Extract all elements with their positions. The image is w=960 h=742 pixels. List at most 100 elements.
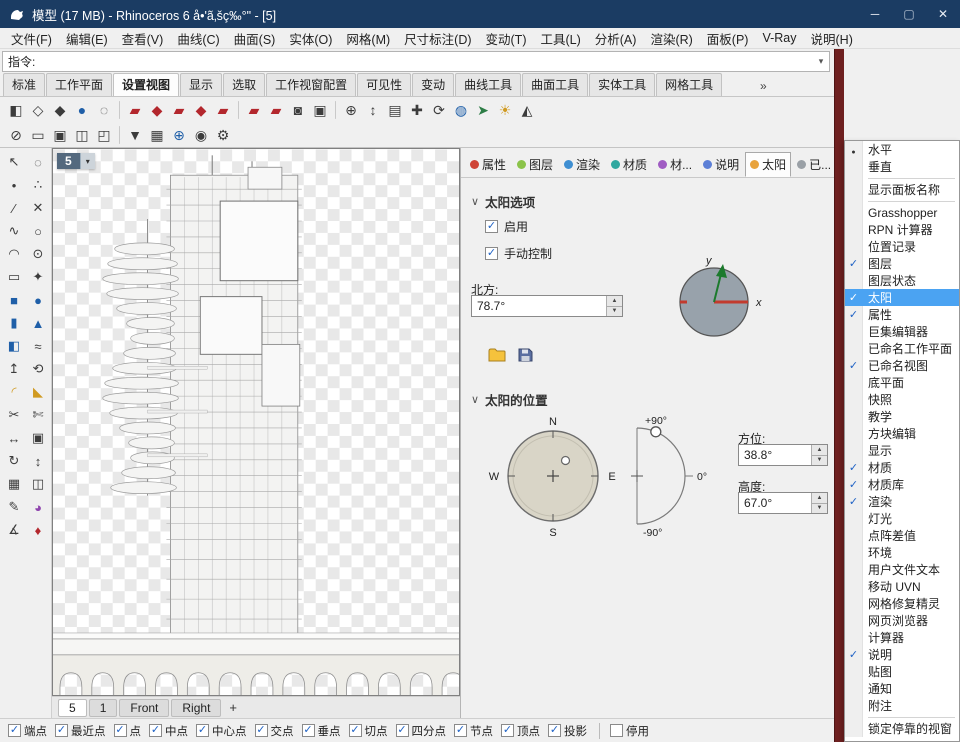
checkbox[interactable] <box>8 724 21 737</box>
context-menu-item[interactable]: 网格修复精灵 <box>845 595 959 612</box>
context-menu-item[interactable]: 已命名工作平面 <box>845 340 959 357</box>
pan-view-icon[interactable]: ✚ <box>406 99 428 121</box>
azimuth-compass[interactable]: N W E S <box>487 414 619 538</box>
context-menu-item[interactable]: 水平 <box>845 141 959 158</box>
sun-option-row[interactable]: 手动控制 <box>485 245 552 262</box>
osnap-toggle[interactable]: 切点 <box>349 723 388 739</box>
checkbox[interactable] <box>485 247 498 260</box>
shaded-display-icon[interactable]: ◆ <box>49 99 71 121</box>
menu-bar-item[interactable]: 曲线(C) <box>170 27 226 50</box>
command-dropdown-icon[interactable] <box>813 56 829 67</box>
context-menu-item[interactable]: 底平面 <box>845 374 959 391</box>
cylinder-icon[interactable]: ▮ <box>3 312 25 334</box>
viewport-5[interactable]: 5 <box>52 148 460 696</box>
context-menu-item[interactable]: 图层 <box>845 255 959 272</box>
walkabout-icon[interactable]: ➤ <box>472 99 494 121</box>
osnap-toggle[interactable]: 中心点 <box>196 723 247 739</box>
viewport-title-tab[interactable]: 5 <box>57 153 95 169</box>
osnap-toggle[interactable]: 最近点 <box>55 723 106 739</box>
menu-bar-item[interactable]: 实体(O) <box>282 27 339 50</box>
gumball-icon[interactable]: ⊕ <box>168 124 190 146</box>
menu-bar-item[interactable]: 查看(V) <box>115 27 171 50</box>
viewport-tab[interactable]: 5 <box>58 699 87 717</box>
separator[interactable] <box>238 101 239 119</box>
surface-icon[interactable]: ◧ <box>3 335 25 357</box>
rendered-display-icon[interactable]: ● <box>71 99 93 121</box>
point-cloud-icon[interactable]: ∴ <box>27 174 49 196</box>
spin-down-icon[interactable] <box>812 455 827 466</box>
viewport-title-label[interactable]: 5 <box>57 153 80 169</box>
red-view-icon-3[interactable]: ▰ <box>168 99 190 121</box>
viewport-grid-icon[interactable]: ◰ <box>93 124 115 146</box>
context-menu-item[interactable]: 通知 <box>845 680 959 697</box>
sun-position-header[interactable]: ∨ 太阳的位置 <box>471 390 548 409</box>
history-record-icon[interactable]: ◉ <box>190 124 212 146</box>
menu-bar-item[interactable]: 文件(F) <box>4 27 59 50</box>
altitude-arc[interactable]: +90° 0° -90° <box>617 414 735 538</box>
context-menu-item[interactable]: 教学 <box>845 408 959 425</box>
altitude-value[interactable]: 67.0° <box>739 493 811 513</box>
split-icon[interactable]: ✄ <box>27 404 49 426</box>
context-menu-item[interactable]: 方块编辑 <box>845 425 959 442</box>
menu-bar-item[interactable]: 曲面(S) <box>227 27 283 50</box>
freeform-curve-icon[interactable]: ∿ <box>3 220 25 242</box>
toolbar-tab[interactable]: 实体工具 <box>589 73 655 96</box>
north-input[interactable]: 78.7° <box>471 295 623 317</box>
minimize-button[interactable]: ─ <box>858 0 892 28</box>
context-menu-item[interactable]: 显示 <box>845 442 959 459</box>
checkbox[interactable] <box>255 724 268 737</box>
menu-bar-item[interactable]: 变动(T) <box>479 27 534 50</box>
context-menu-item[interactable]: 计算器 <box>845 629 959 646</box>
fillet-icon[interactable]: ◜ <box>3 381 25 403</box>
ellipse-icon[interactable]: ⊙ <box>27 243 49 265</box>
array-icon[interactable]: ▦ <box>3 473 25 495</box>
toolbar-tab[interactable]: 曲面工具 <box>522 73 588 96</box>
context-menu-item[interactable]: 附注 <box>845 697 959 714</box>
car-view-icon-2[interactable]: ▰ <box>265 99 287 121</box>
camera-icon[interactable]: ◙ <box>287 99 309 121</box>
checkbox[interactable] <box>548 724 561 737</box>
context-menu-item[interactable]: 位置记录 <box>845 238 959 255</box>
polygon-icon[interactable]: ✦ <box>27 266 49 288</box>
chamfer-icon[interactable]: ◣ <box>27 381 49 403</box>
menu-bar-item[interactable]: 渲染(R) <box>643 27 699 50</box>
disable-osnap-icon[interactable]: ⊘ <box>5 124 27 146</box>
selection-filter-icon[interactable]: ▼ <box>124 124 146 146</box>
context-menu-item[interactable]: 贴图 <box>845 663 959 680</box>
tilt-view-icon[interactable]: ↕ <box>362 99 384 121</box>
context-menu-item[interactable]: Grasshopper <box>845 204 959 221</box>
toolbar-tab[interactable]: 选取 <box>223 73 265 96</box>
altitude-input[interactable]: 67.0° <box>738 492 828 514</box>
toolbar-tab[interactable]: 网格工具 <box>656 73 722 96</box>
context-menu-item[interactable]: RPN 计算器 <box>845 221 959 238</box>
move-icon[interactable]: ↔ <box>3 427 25 449</box>
toolbar-tab[interactable]: 曲线工具 <box>455 73 521 96</box>
checkbox[interactable] <box>149 724 162 737</box>
context-menu-item[interactable]: 说明 <box>845 646 959 663</box>
tab-render[interactable]: 渲染 <box>559 152 605 177</box>
render-region-icon[interactable]: ♦ <box>27 519 49 541</box>
context-menu-item[interactable]: 环境 <box>845 544 959 561</box>
sun-study-icon[interactable]: ☀ <box>494 99 516 121</box>
spin-up-icon[interactable] <box>607 296 622 306</box>
osnap-toggle[interactable]: 停用 <box>599 723 649 739</box>
spin-up-icon[interactable] <box>812 445 827 455</box>
named-views-icon[interactable]: ▤ <box>384 99 406 121</box>
context-menu-item[interactable]: 显示面板名称 <box>845 181 959 198</box>
docked-toolbar-strip[interactable] <box>834 49 844 742</box>
separator[interactable] <box>119 126 120 144</box>
menu-bar-item[interactable]: 说明(H) <box>804 27 860 50</box>
open-folder-button[interactable] <box>485 344 509 366</box>
tab-sun[interactable]: 太阳 <box>745 152 791 177</box>
osnap-toggle[interactable]: 点 <box>114 723 142 739</box>
checkbox[interactable] <box>610 724 623 737</box>
arc-icon[interactable]: ◠ <box>3 243 25 265</box>
snapshot-icon[interactable]: ▣ <box>309 99 331 121</box>
checkbox[interactable] <box>454 724 467 737</box>
context-menu-item[interactable]: 锁定停靠的视窗 <box>845 720 959 737</box>
extrude-icon[interactable]: ↥ <box>3 358 25 380</box>
command-input[interactable]: 指令: <box>2 51 830 72</box>
tab-help[interactable]: 说明 <box>698 152 744 177</box>
trim-icon[interactable]: ✂ <box>3 404 25 426</box>
separator[interactable] <box>335 101 336 119</box>
